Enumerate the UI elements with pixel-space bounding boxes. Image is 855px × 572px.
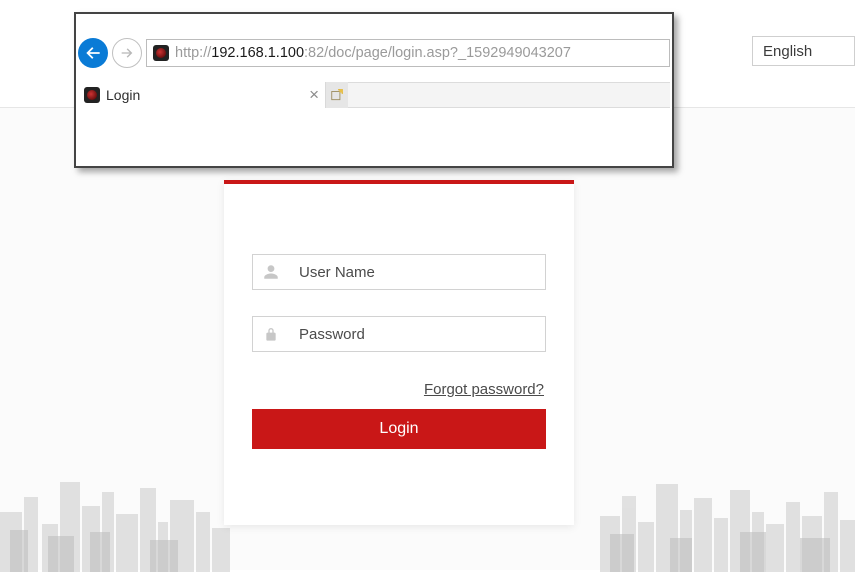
- tab-bar: Login ×: [78, 82, 670, 108]
- close-icon[interactable]: ×: [309, 85, 319, 105]
- user-icon: [253, 255, 289, 289]
- address-bar[interactable]: http://192.168.1.100:82/doc/page/login.a…: [146, 39, 670, 67]
- browser-window: http://192.168.1.100:82/doc/page/login.a…: [74, 12, 674, 168]
- username-input[interactable]: [289, 256, 545, 288]
- tab-favicon-icon: [84, 87, 100, 103]
- browser-nav-row: http://192.168.1.100:82/doc/page/login.a…: [78, 38, 670, 68]
- tab-login[interactable]: Login ×: [78, 82, 326, 108]
- language-select-value: English: [763, 43, 812, 60]
- back-button[interactable]: [78, 38, 108, 68]
- tab-title: Login: [106, 87, 140, 103]
- forward-button[interactable]: [112, 38, 142, 68]
- url-prefix: http://: [175, 45, 211, 61]
- forgot-password-link[interactable]: Forgot password?: [424, 381, 544, 398]
- password-field-wrapper: [252, 316, 546, 352]
- password-input[interactable]: [289, 318, 545, 350]
- language-select[interactable]: English: [752, 36, 855, 66]
- url-host: 192.168.1.100: [211, 45, 304, 61]
- login-card: Forgot password? Login: [224, 180, 574, 525]
- lock-icon: [253, 317, 289, 351]
- site-favicon-icon: [153, 45, 169, 61]
- new-tab-button[interactable]: [326, 82, 348, 108]
- url-text: http://192.168.1.100:82/doc/page/login.a…: [175, 45, 571, 61]
- username-field-wrapper: [252, 254, 546, 290]
- login-button[interactable]: Login: [252, 409, 546, 449]
- url-rest: :82/doc/page/login.asp?_1592949043207: [304, 45, 571, 61]
